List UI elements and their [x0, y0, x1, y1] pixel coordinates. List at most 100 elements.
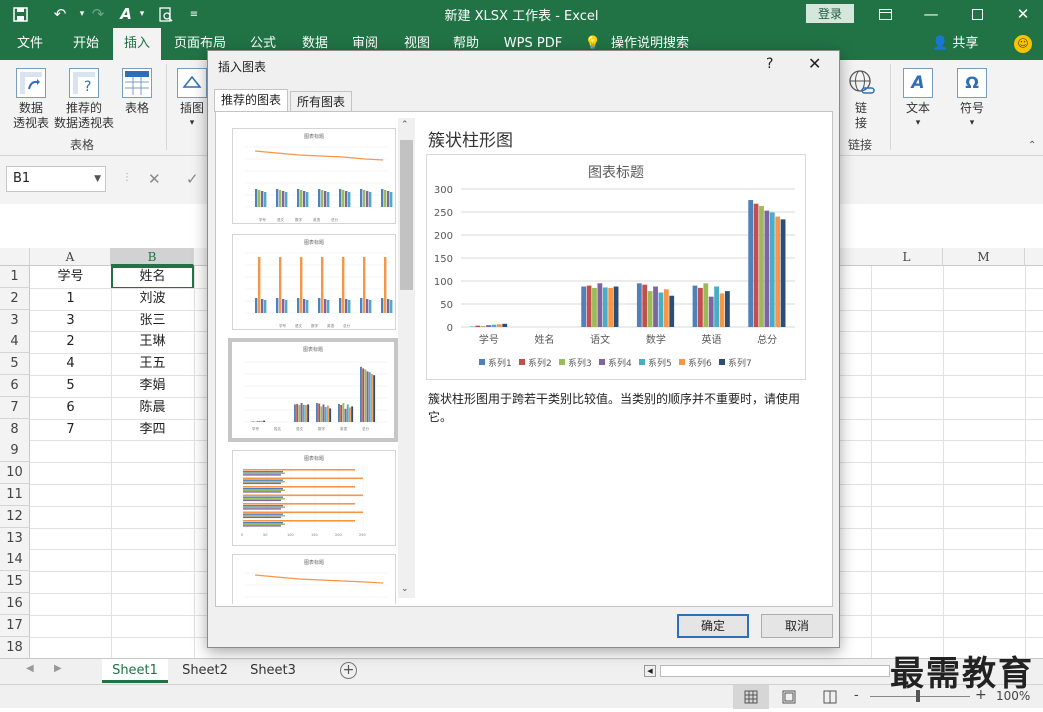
chart-thumb-bar-line-2[interactable]: 图表标题 学号语文数学英语总分: [232, 234, 396, 330]
column-header-m[interactable]: M: [943, 248, 1025, 266]
row-header[interactable]: 8: [0, 419, 30, 441]
close-icon[interactable]: ✕: [1000, 0, 1043, 28]
zoom-slider-track[interactable]: [870, 696, 970, 697]
tab-insert[interactable]: 插入: [113, 28, 161, 60]
column-header-l[interactable]: L: [871, 248, 943, 266]
row-header[interactable]: 10: [0, 462, 30, 484]
name-box[interactable]: B1▼: [6, 166, 106, 192]
column-header-a[interactable]: A: [30, 248, 111, 266]
cell-a3[interactable]: 3: [30, 310, 111, 332]
column-header-b[interactable]: B: [111, 248, 194, 266]
recommended-pivot-icon: ?: [69, 68, 99, 98]
cell-b7[interactable]: 陈晨: [111, 397, 194, 419]
tab-all-charts[interactable]: 所有图表: [290, 91, 352, 112]
scroll-up-icon[interactable]: ⌃: [401, 120, 409, 130]
recommended-pivot-button[interactable]: ? 推荐的 数据透视表: [52, 68, 116, 131]
symbol-button[interactable]: Ω 符号 ▾: [952, 68, 992, 131]
horizontal-scrollbar[interactable]: [660, 665, 890, 677]
cell-b8[interactable]: 李四: [111, 419, 194, 441]
page-layout-view-icon[interactable]: [782, 690, 796, 707]
row-header[interactable]: 13: [0, 528, 30, 550]
dialog-close-button[interactable]: ✕: [808, 54, 821, 73]
confirm-entry-icon[interactable]: ✓: [186, 170, 199, 188]
pivot-table-button[interactable]: 数据 透视表: [8, 68, 54, 131]
tab-recommended-charts[interactable]: 推荐的图表: [214, 89, 288, 112]
ok-button[interactable]: 确定: [677, 614, 749, 638]
row-header[interactable]: 9: [0, 440, 30, 462]
undo-icon[interactable]: ↶: [48, 3, 72, 25]
row-header[interactable]: 6: [0, 375, 30, 397]
row-header[interactable]: 3: [0, 310, 30, 332]
row-header[interactable]: 17: [0, 615, 30, 637]
normal-view-icon[interactable]: [733, 685, 769, 709]
row-header[interactable]: 1: [0, 266, 30, 288]
chart-thumb-clustered-column[interactable]: 图表标题 学号姓名语文数学英语总分: [228, 338, 398, 442]
print-preview-icon[interactable]: [154, 3, 178, 25]
cancel-entry-icon[interactable]: ✕: [148, 170, 161, 188]
chart-thumb-bar-line[interactable]: 图表标题 学号语文数学英语总分: [232, 128, 396, 224]
recommended-chart-list[interactable]: 图表标题 学号语文数学英语总分 图表标题 学号语文数学英语总分 图表标题: [222, 120, 416, 604]
save-icon[interactable]: [8, 3, 32, 25]
chart-thumb-line[interactable]: 图表标题: [232, 554, 396, 604]
sheet-tab-sheet2[interactable]: Sheet2: [172, 659, 238, 683]
formula-bar-handle[interactable]: ⋮: [122, 172, 132, 183]
row-header[interactable]: 11: [0, 484, 30, 506]
row-header[interactable]: 14: [0, 549, 30, 571]
cell-a2[interactable]: 1: [30, 288, 111, 310]
maximize-icon[interactable]: [954, 0, 1000, 28]
row-header[interactable]: 12: [0, 506, 30, 528]
cancel-button[interactable]: 取消: [761, 614, 833, 638]
chart-list-scrollbar[interactable]: ⌃ ⌄: [398, 118, 415, 598]
chart-thumb-clustered-bar[interactable]: 图表标题 050100150200250: [232, 450, 396, 546]
illustrations-button[interactable]: 插图 ▾: [174, 68, 210, 131]
cell-a4[interactable]: 2: [30, 331, 111, 353]
add-sheet-icon[interactable]: +: [340, 662, 357, 679]
text-button[interactable]: A 文本 ▾: [898, 68, 938, 131]
share-button[interactable]: 👤 共享: [932, 28, 978, 60]
sheet-tab-sheet3[interactable]: Sheet3: [240, 659, 306, 683]
link-button[interactable]: 链 接: [842, 68, 880, 131]
row-header[interactable]: 7: [0, 397, 30, 419]
collapse-ribbon-icon[interactable]: ⌃: [1028, 140, 1036, 151]
touch-mode-dropdown-icon[interactable]: ▾: [130, 3, 154, 25]
minimize-icon[interactable]: —: [908, 0, 954, 28]
cell-a5[interactable]: 4: [30, 353, 111, 375]
row-header[interactable]: 5: [0, 353, 30, 375]
cell-a7[interactable]: 6: [30, 397, 111, 419]
bar-系列7-学号: [502, 324, 507, 327]
page-break-view-icon[interactable]: [823, 690, 837, 707]
dialog-help-button[interactable]: ?: [766, 56, 773, 72]
ribbon-display-icon[interactable]: [862, 0, 908, 28]
table-button[interactable]: 表格: [118, 68, 156, 116]
select-all-corner[interactable]: [0, 248, 30, 266]
svg-text:学号: 学号: [252, 426, 260, 431]
row-header[interactable]: 16: [0, 593, 30, 615]
sheet-next-icon[interactable]: ▶: [54, 663, 62, 674]
sheet-tab-sheet1[interactable]: Sheet1: [102, 659, 168, 683]
cell-b5[interactable]: 王五: [111, 353, 194, 375]
hscroll-left-icon[interactable]: ◀: [644, 665, 656, 677]
cell-a6[interactable]: 5: [30, 375, 111, 397]
row-header[interactable]: 2: [0, 288, 30, 310]
scrollbar-thumb[interactable]: [400, 140, 413, 290]
redo-icon[interactable]: ↷: [86, 3, 110, 25]
login-button[interactable]: 登录: [806, 4, 854, 23]
cell-b6[interactable]: 李娟: [111, 375, 194, 397]
zoom-out-button[interactable]: -: [854, 688, 859, 703]
cell-a8[interactable]: 7: [30, 419, 111, 441]
sheet-prev-icon[interactable]: ◀: [26, 663, 34, 674]
customize-quick-access-icon[interactable]: ≡: [182, 3, 206, 25]
cell-b2[interactable]: 刘波: [111, 288, 194, 310]
cell-a1[interactable]: 学号: [30, 266, 111, 288]
feedback-smiley-icon[interactable]: ☺: [1014, 35, 1032, 53]
tab-file[interactable]: 文件: [6, 28, 54, 60]
bar-系列1-总分: [748, 200, 753, 327]
row-header[interactable]: 4: [0, 331, 30, 353]
row-header[interactable]: 15: [0, 571, 30, 593]
name-box-dropdown-icon[interactable]: ▼: [94, 167, 101, 191]
cell-b4[interactable]: 王琳: [111, 331, 194, 353]
scroll-down-icon[interactable]: ⌄: [401, 584, 409, 594]
tab-home[interactable]: 开始: [62, 28, 110, 60]
row-header[interactable]: 18: [0, 637, 30, 658]
cell-b3[interactable]: 张三: [111, 310, 194, 332]
